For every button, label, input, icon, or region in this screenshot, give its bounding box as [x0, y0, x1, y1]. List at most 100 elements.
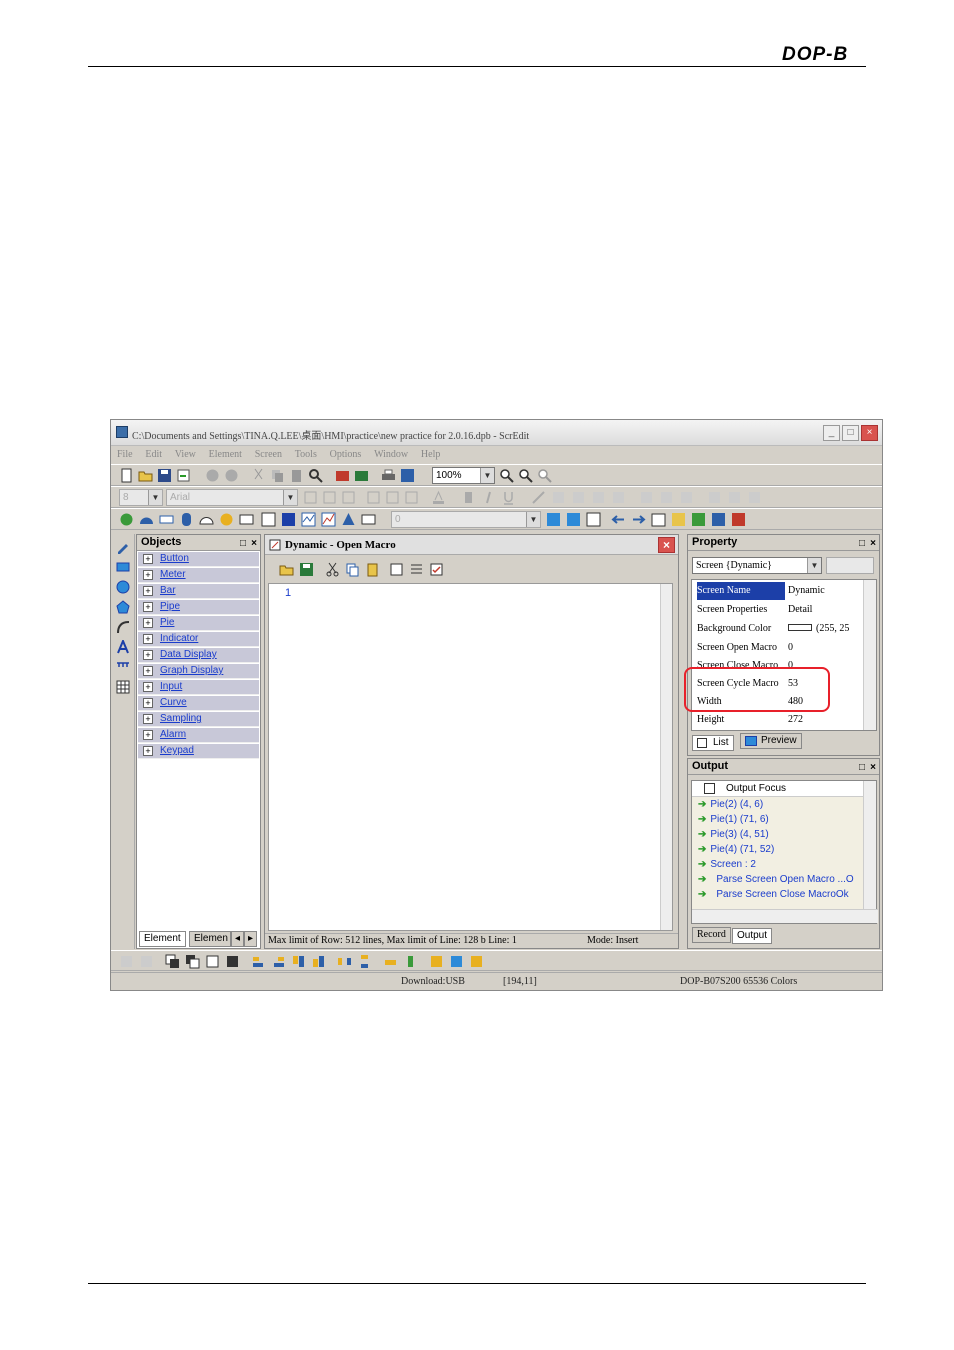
download-icon[interactable]	[711, 512, 726, 527]
editor-vscrollbar[interactable]	[660, 584, 672, 930]
layout-5-icon[interactable]	[639, 490, 654, 505]
pencil-icon[interactable]	[116, 540, 130, 554]
curve-icon[interactable]	[301, 512, 316, 527]
tab-scroll-right-icon[interactable]: ▸	[244, 931, 257, 947]
expand-icon[interactable]: +	[143, 618, 153, 628]
same-width-icon[interactable]	[429, 954, 444, 969]
align-top-obj-icon[interactable]	[291, 954, 306, 969]
valign-bottom-icon[interactable]	[404, 490, 419, 505]
output-vscrollbar[interactable]	[863, 781, 876, 909]
line-tool-icon[interactable]	[531, 490, 546, 505]
object-item-pipe[interactable]: + Pipe	[138, 600, 259, 615]
ungroup-icon[interactable]	[139, 954, 154, 969]
align-left-icon[interactable]	[303, 490, 318, 505]
layout-2-icon[interactable]	[571, 490, 586, 505]
alarm-icon[interactable]	[341, 512, 356, 527]
minimize-button[interactable]: _	[823, 425, 840, 441]
zoom-out-icon[interactable]	[518, 468, 533, 483]
close-icon[interactable]: ×	[870, 536, 876, 551]
expand-icon[interactable]: +	[143, 698, 153, 708]
expand-icon[interactable]: +	[143, 650, 153, 660]
import-icon[interactable]	[176, 468, 191, 483]
close-button[interactable]: ×	[861, 425, 878, 441]
same-size-icon[interactable]	[469, 954, 484, 969]
object-item-pie[interactable]: + Pie	[138, 616, 259, 631]
editor-paste-icon[interactable]	[365, 562, 380, 577]
object-item-bar[interactable]: + Bar	[138, 584, 259, 599]
paste-icon[interactable]	[289, 468, 304, 483]
menu-view[interactable]: View	[175, 447, 196, 463]
bar-icon[interactable]	[159, 512, 174, 527]
align-center-icon[interactable]	[322, 490, 337, 505]
table-icon[interactable]	[116, 680, 130, 694]
layout-7-icon[interactable]	[679, 490, 694, 505]
layout-4-icon[interactable]	[611, 490, 626, 505]
back-icon[interactable]	[611, 512, 626, 527]
object-item-graph-display[interactable]: + Graph Display	[138, 664, 259, 679]
layout-6-icon[interactable]	[659, 490, 674, 505]
expand-icon[interactable]: +	[143, 634, 153, 644]
zoom-in-icon[interactable]	[499, 468, 514, 483]
property-row[interactable]: Screen Name Dynamic	[696, 582, 864, 600]
property-row[interactable]: Height 272	[696, 711, 864, 729]
expand-icon[interactable]: +	[143, 714, 153, 724]
redo-icon[interactable]	[224, 468, 239, 483]
input-icon[interactable]	[261, 512, 276, 527]
menu-file[interactable]: File	[117, 447, 133, 463]
layout-3-icon[interactable]	[591, 490, 606, 505]
save-icon[interactable]	[157, 468, 172, 483]
font-size-select[interactable]: 8 ▼	[119, 489, 163, 506]
expand-icon[interactable]: +	[143, 602, 153, 612]
numeric-icon[interactable]	[281, 512, 296, 527]
element-select[interactable]: 0 ▼	[391, 511, 541, 528]
restore-icon[interactable]: □	[240, 536, 246, 551]
editor-close-icon[interactable]: ×	[658, 537, 675, 553]
property-index-spinner[interactable]	[826, 557, 874, 574]
property-vscrollbar[interactable]	[863, 580, 876, 730]
pie-icon[interactable]	[199, 512, 214, 527]
settings-tool-icon[interactable]	[586, 512, 601, 527]
expand-icon[interactable]: +	[143, 586, 153, 596]
editor-list-icon[interactable]	[409, 562, 424, 577]
output-hscrollbar[interactable]	[692, 909, 878, 923]
close-icon[interactable]: ×	[870, 760, 876, 775]
center-h-icon[interactable]	[383, 954, 398, 969]
expand-icon[interactable]: +	[143, 554, 153, 564]
on-button-icon[interactable]	[119, 512, 134, 527]
expand-icon[interactable]: +	[143, 746, 153, 756]
layout-8-icon[interactable]	[707, 490, 722, 505]
text-icon[interactable]	[116, 640, 130, 654]
menu-tools[interactable]: Tools	[295, 447, 317, 463]
object-item-keypad[interactable]: + Keypad	[138, 744, 259, 759]
text-color-icon[interactable]	[431, 490, 446, 505]
menu-window[interactable]: Window	[374, 447, 408, 463]
same-height-icon[interactable]	[449, 954, 464, 969]
align-right-icon[interactable]	[341, 490, 356, 505]
restore-icon[interactable]: □	[859, 760, 865, 775]
valign-middle-icon[interactable]	[385, 490, 400, 505]
tab-output[interactable]: Output	[732, 928, 773, 944]
compile-icon[interactable]	[400, 468, 415, 483]
property-object-select[interactable]: Screen {Dynamic} ▼	[692, 557, 822, 574]
macro-text-area[interactable]: 1	[268, 583, 673, 931]
object-item-curve[interactable]: + Curve	[138, 696, 259, 711]
pipe-icon[interactable]	[179, 512, 194, 527]
new-screen-icon[interactable]	[335, 468, 350, 483]
tab-scroll-left-icon[interactable]: ◂	[231, 931, 244, 947]
object-item-button[interactable]: + Button	[138, 552, 259, 567]
expand-icon[interactable]: +	[143, 666, 153, 676]
object-item-meter[interactable]: + Meter	[138, 568, 259, 583]
expand-icon[interactable]: +	[143, 570, 153, 580]
editor-check-icon[interactable]	[429, 562, 444, 577]
restore-icon[interactable]: □	[859, 536, 865, 551]
menu-options[interactable]: Options	[330, 447, 362, 463]
object-item-indicator[interactable]: + Indicator	[138, 632, 259, 647]
scale-icon[interactable]	[116, 660, 130, 674]
align-bottom-obj-icon[interactable]	[311, 954, 326, 969]
send-back-icon[interactable]	[185, 954, 200, 969]
undo-icon[interactable]	[205, 468, 220, 483]
color-swatch[interactable]	[788, 624, 812, 631]
editor-cut-icon[interactable]	[325, 562, 340, 577]
macro-icon[interactable]	[671, 512, 686, 527]
data-display-icon[interactable]	[239, 512, 254, 527]
